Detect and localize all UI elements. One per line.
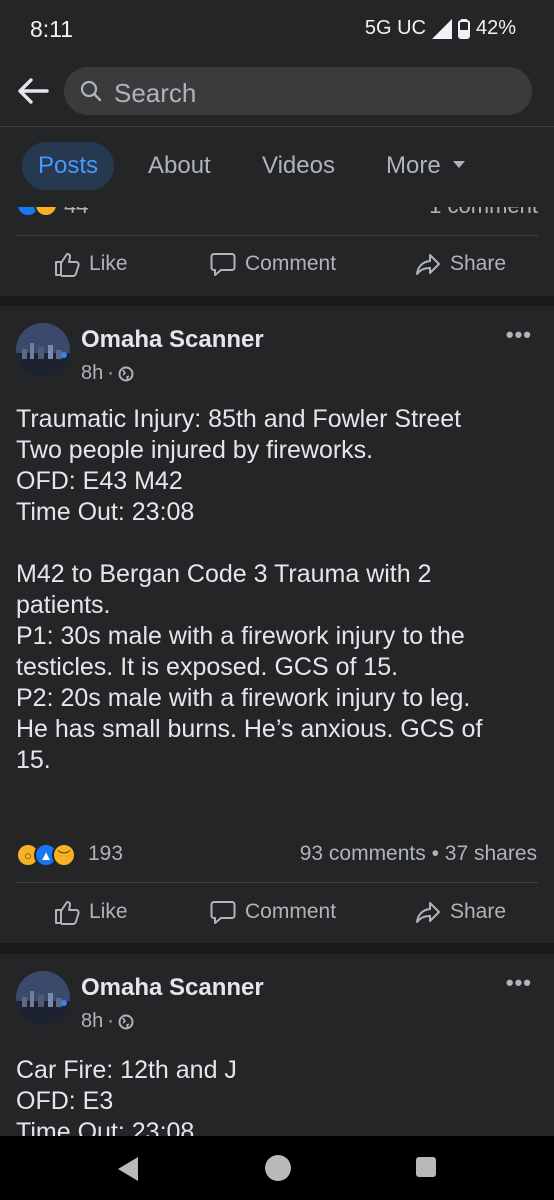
meta-separator: · [107, 1010, 114, 1032]
post-line: patients. [16, 591, 111, 619]
post-meta: 8h · [81, 362, 134, 385]
post-stats: ○ ▲ ︶ 193 93 comments • 37 shares [0, 839, 554, 873]
post-line: Time Out: 23:08 [16, 498, 195, 526]
status-bar: 8:11 5G UC 42% [0, 0, 554, 58]
globe-icon [118, 1014, 134, 1029]
comments-shares-count[interactable]: 93 comments • 37 shares [300, 842, 537, 866]
system-back-icon[interactable] [116, 1156, 140, 1182]
battery-percent: 42% [475, 17, 516, 39]
comment-icon [210, 253, 236, 276]
page-name[interactable]: Omaha Scanner [81, 974, 264, 1002]
share-icon [416, 254, 440, 275]
tab-about[interactable]: About [148, 142, 211, 190]
more-options-icon[interactable]: ••• [506, 322, 532, 348]
post-line: OFD: E43 M42 [16, 467, 183, 495]
tab-posts[interactable]: Posts [22, 142, 115, 190]
more-options-icon[interactable]: ••• [506, 970, 532, 996]
share-icon [416, 902, 440, 923]
system-recents-icon[interactable] [416, 1157, 436, 1177]
post-line: P2: 20s male with a firework injury to l… [16, 684, 471, 712]
comment-button[interactable]: Comment [209, 250, 336, 278]
comment-button[interactable]: Comment [209, 898, 336, 926]
system-navigation-bar [0, 1136, 554, 1200]
like-label: Like [89, 900, 128, 923]
thumbs-up-icon [55, 253, 80, 277]
post-card: Omaha Scanner 8h · ••• Traumatic Injury:… [0, 306, 554, 943]
top-navigation: Search [0, 58, 554, 126]
post-card: Omaha Scanner 8h · ••• Car Fire: 12th an… [0, 954, 554, 1136]
comment-count[interactable]: 1 comment [429, 207, 538, 219]
post-line: M42 to Bergan Code 3 Trauma with 2 [16, 560, 432, 588]
post-line: Car Fire: 12th and J [16, 1056, 237, 1084]
signal-icon [431, 18, 452, 39]
reaction-count[interactable]: 193 [88, 842, 123, 866]
search-input[interactable]: Search [64, 67, 532, 115]
post-line: OFD: E3 [16, 1087, 114, 1115]
meta-separator: · [107, 362, 114, 384]
like-label: Like [89, 252, 128, 275]
sad-reaction-icon: ︶ [52, 843, 76, 867]
post-actions: Like Comment Share [0, 884, 554, 943]
comment-icon [210, 901, 236, 924]
comment-label: Comment [245, 900, 337, 923]
post-actions: Like Comment Share [0, 236, 554, 296]
previous-post-stats: 44 1 comment [0, 207, 554, 235]
back-arrow-icon[interactable] [16, 76, 50, 106]
tab-more[interactable]: More [386, 142, 465, 190]
thumbs-up-icon [55, 901, 80, 925]
comment-label: Comment [245, 252, 337, 275]
share-label: Share [450, 252, 507, 275]
status-time: 8:11 [30, 16, 74, 42]
reaction-icons [16, 207, 58, 217]
post-line: Time Out: 23:08 [16, 1118, 195, 1136]
city-skyline-image [16, 323, 70, 377]
like-button[interactable]: Like [53, 898, 128, 926]
share-button[interactable]: Share [414, 898, 506, 926]
tab-more-label: More [386, 152, 441, 179]
search-placeholder: Search [114, 78, 197, 108]
previous-post-card: 44 1 comment Like Comment Share [0, 207, 554, 296]
post-line [16, 528, 541, 559]
page-avatar[interactable] [16, 971, 70, 1025]
post-line: Traumatic Injury: 85th and Fowler Street [16, 405, 462, 433]
stats-divider [16, 882, 538, 883]
reaction-count[interactable]: 44 [64, 207, 88, 219]
share-button[interactable]: Share [414, 250, 506, 278]
chevron-down-icon [452, 161, 465, 169]
post-line: 15. [16, 746, 51, 774]
post-line: testicles. It is exposed. GCS of 15. [16, 653, 399, 681]
tab-videos[interactable]: Videos [262, 142, 335, 190]
page-name[interactable]: Omaha Scanner [81, 326, 264, 354]
post-time[interactable]: 8h [81, 362, 103, 385]
post-line: Two people injured by fireworks. [16, 436, 374, 464]
system-home-icon[interactable] [265, 1155, 291, 1181]
post-body: Traumatic Injury: 85th and Fowler Street… [16, 404, 541, 776]
post-meta: 8h · [81, 1010, 134, 1033]
search-icon [80, 80, 102, 102]
globe-icon [118, 366, 134, 381]
wow-reaction-icon [34, 207, 58, 217]
share-label: Share [450, 900, 507, 923]
post-time[interactable]: 8h [81, 1010, 103, 1033]
page-avatar[interactable] [16, 323, 70, 377]
like-button[interactable]: Like [53, 250, 128, 278]
network-label: 5G UC [364, 17, 426, 39]
reaction-icons[interactable]: ○ ▲ ︶ [16, 843, 76, 867]
page-tabs: Posts About Videos More [0, 127, 554, 207]
city-skyline-image [16, 971, 70, 1025]
post-body: Car Fire: 12th and J OFD: E3 Time Out: 2… [16, 1055, 541, 1136]
post-line: P1: 30s male with a firework injury to t… [16, 622, 465, 650]
status-indicators: 5G UC 42% [365, 17, 516, 40]
post-line: He has small burns. He’s anxious. GCS of [16, 715, 483, 743]
battery-icon [457, 18, 470, 39]
